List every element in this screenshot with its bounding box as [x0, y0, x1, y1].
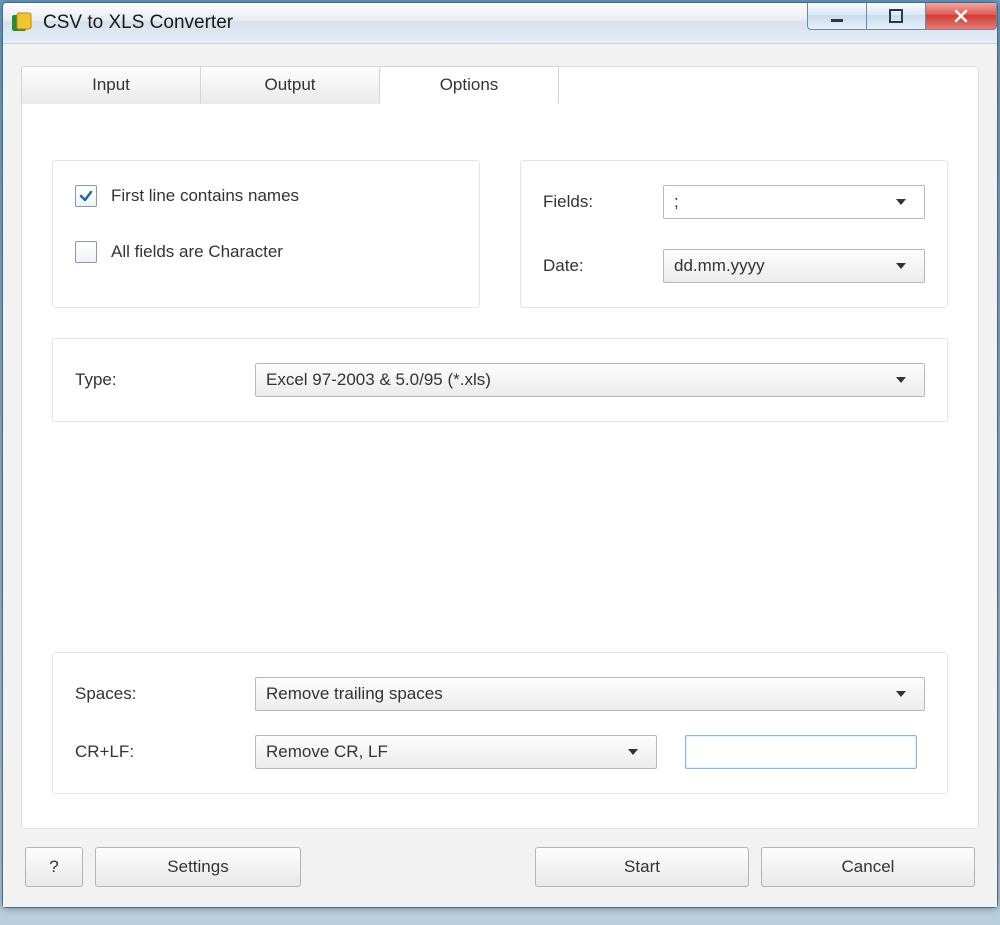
checkbox-first-line-label: First line contains names [111, 186, 299, 206]
group-format: Fields: ; Date: dd.mm.yyyy [520, 160, 948, 308]
window-buttons [807, 3, 997, 43]
group-flags: First line contains names All fields are… [52, 160, 480, 308]
tab-input[interactable]: Input [21, 66, 201, 104]
checkbox-all-char-label: All fields are Character [111, 242, 283, 262]
checkbox-all-char[interactable] [75, 241, 97, 263]
settings-label: Settings [167, 857, 228, 877]
client-area: Input Output Options First line contains… [3, 44, 997, 907]
chevron-down-icon [896, 691, 914, 697]
spaces-label: Spaces: [75, 684, 255, 704]
cancel-label: Cancel [842, 857, 895, 877]
crlf-combo[interactable]: Remove CR, LF [255, 735, 657, 769]
date-label: Date: [543, 256, 663, 276]
group-cleanup: Spaces: Remove trailing spaces CR+LF: Re… [52, 652, 948, 794]
start-button[interactable]: Start [535, 847, 749, 887]
checkbox-first-line[interactable] [75, 185, 97, 207]
cancel-button[interactable]: Cancel [761, 847, 975, 887]
type-combo[interactable]: Excel 97-2003 & 5.0/95 (*.xls) [255, 363, 925, 397]
help-button[interactable]: ? [25, 847, 83, 887]
checkbox-first-line-row[interactable]: First line contains names [75, 185, 457, 207]
close-button[interactable] [925, 3, 997, 30]
maximize-button[interactable] [866, 3, 926, 30]
type-label: Type: [75, 370, 255, 390]
main-panel: Input Output Options First line contains… [21, 66, 979, 829]
app-window: CSV to XLS Converter Input Output Option… [2, 2, 998, 908]
crlf-value: Remove CR, LF [266, 742, 628, 762]
chevron-down-icon [896, 377, 914, 383]
fields-label: Fields: [543, 192, 663, 212]
window-title: CSV to XLS Converter [43, 12, 807, 34]
crlf-label: CR+LF: [75, 742, 255, 762]
tab-options[interactable]: Options [379, 66, 559, 104]
fields-combo[interactable]: ; [663, 185, 925, 219]
chevron-down-icon [896, 199, 914, 205]
help-label: ? [49, 857, 58, 877]
settings-button[interactable]: Settings [95, 847, 301, 887]
type-value: Excel 97-2003 & 5.0/95 (*.xls) [266, 370, 896, 390]
spaces-combo[interactable]: Remove trailing spaces [255, 677, 925, 711]
tab-strip: Input Output Options [21, 66, 978, 104]
chevron-down-icon [896, 263, 914, 269]
checkbox-all-char-row[interactable]: All fields are Character [75, 241, 457, 263]
crlf-replacement-input[interactable] [685, 735, 917, 769]
group-type: Type: Excel 97-2003 & 5.0/95 (*.xls) [52, 338, 948, 422]
footer-bar: ? Settings Start Cancel [21, 829, 979, 891]
fields-value: ; [674, 192, 896, 212]
chevron-down-icon [628, 749, 646, 755]
tab-body-options: First line contains names All fields are… [22, 104, 978, 794]
tab-output[interactable]: Output [200, 66, 380, 104]
title-bar: CSV to XLS Converter [3, 3, 997, 44]
app-icon [11, 12, 33, 34]
start-label: Start [624, 857, 660, 877]
spaces-value: Remove trailing spaces [266, 684, 896, 704]
date-combo[interactable]: dd.mm.yyyy [663, 249, 925, 283]
minimize-button[interactable] [807, 3, 867, 30]
date-value: dd.mm.yyyy [674, 256, 896, 276]
